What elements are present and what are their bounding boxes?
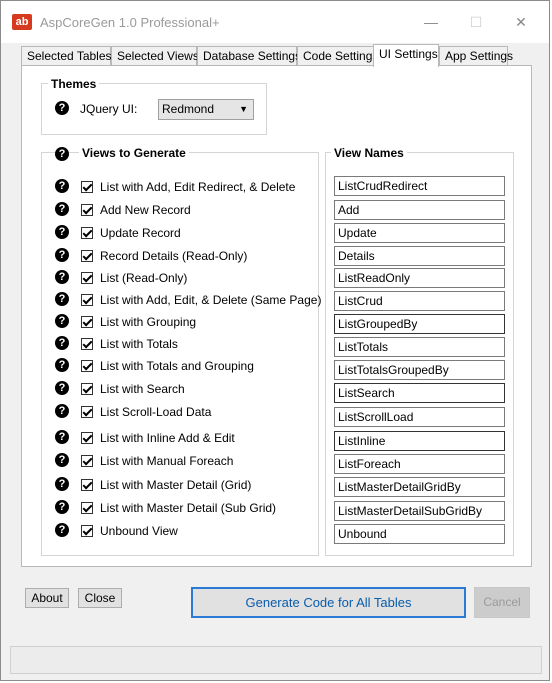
view-label: Unbound View [100, 524, 178, 538]
tab-app-settings[interactable]: App Settings [439, 46, 513, 65]
view-checkbox[interactable] [81, 432, 93, 444]
help-icon[interactable]: ? [55, 381, 69, 395]
help-icon[interactable]: ? [55, 453, 69, 467]
view-checkbox[interactable] [81, 479, 93, 491]
about-button[interactable]: About [25, 588, 69, 608]
view-checkbox[interactable] [81, 227, 93, 239]
view-name-input[interactable]: ListCrudRedirect [334, 176, 505, 196]
chevron-down-icon: ▼ [239, 104, 248, 114]
minimize-button[interactable]: — [416, 9, 446, 35]
view-label: Record Details (Read-Only) [100, 249, 248, 263]
view-label: List Scroll-Load Data [100, 405, 212, 419]
tab-selected-views[interactable]: Selected Views [111, 46, 199, 65]
help-icon[interactable]: ? [55, 500, 69, 514]
help-icon[interactable]: ? [55, 477, 69, 491]
view-label: List with Manual Foreach [100, 454, 234, 468]
jquery-ui-label: JQuery UI: [80, 102, 138, 116]
help-icon[interactable]: ? [55, 358, 69, 372]
view-names-title: View Names [331, 146, 407, 160]
view-label: List with Grouping [100, 315, 197, 329]
view-checkbox[interactable] [81, 502, 93, 514]
view-name-input[interactable]: Update [334, 223, 505, 243]
help-icon[interactable]: ? [55, 248, 69, 262]
cancel-button[interactable]: Cancel [474, 587, 530, 618]
help-icon[interactable]: ? [55, 404, 69, 418]
help-icon[interactable]: ? [55, 147, 69, 161]
views-title: Views to Generate [79, 146, 189, 160]
view-checkbox[interactable] [81, 272, 93, 284]
help-icon[interactable]: ? [55, 430, 69, 444]
tab-selected-tables[interactable]: Selected Tables [21, 46, 112, 65]
jquery-ui-theme-value: Redmond [162, 102, 215, 116]
close-window-button[interactable]: ✕ [506, 9, 536, 35]
help-icon[interactable]: ? [55, 292, 69, 306]
close-button[interactable]: Close [78, 588, 122, 608]
maximize-button[interactable]: ☐ [461, 9, 491, 35]
view-label: List with Add, Edit Redirect, & Delete [100, 180, 296, 194]
view-name-input[interactable]: ListForeach [334, 454, 505, 474]
app-window: ab AspCoreGen 1.0 Professional+ — ☐ ✕ Se… [0, 0, 550, 681]
view-checkbox[interactable] [81, 181, 93, 193]
view-name-input[interactable]: ListScrollLoad [334, 407, 505, 427]
view-checkbox[interactable] [81, 250, 93, 262]
help-icon[interactable]: ? [55, 336, 69, 350]
tab-database-settings[interactable]: Database Settings [197, 46, 301, 65]
tab-code-settings[interactable]: Code Settings [297, 46, 378, 65]
help-icon[interactable]: ? [55, 202, 69, 216]
view-label: List with Search [100, 382, 185, 396]
view-label: List with Add, Edit, & Delete (Same Page… [100, 293, 322, 307]
themes-title: Themes [48, 77, 100, 91]
view-checkbox[interactable] [81, 294, 93, 306]
view-label: List with Totals [100, 337, 178, 351]
view-name-input[interactable]: ListTotals [334, 337, 505, 357]
view-label: Update Record [100, 226, 181, 240]
view-name-input[interactable]: ListInline [334, 431, 505, 451]
window-title: AspCoreGen 1.0 Professional+ [40, 15, 220, 30]
view-checkbox[interactable] [81, 383, 93, 395]
generate-code-button[interactable]: Generate Code for All Tables [191, 587, 466, 618]
help-icon[interactable]: ? [55, 314, 69, 328]
view-checkbox[interactable] [81, 525, 93, 537]
help-icon[interactable]: ? [55, 523, 69, 537]
view-label: List with Inline Add & Edit [100, 431, 235, 445]
view-name-input[interactable]: Unbound [334, 524, 505, 544]
title-bar: ab AspCoreGen 1.0 Professional+ — ☐ ✕ [1, 1, 549, 43]
tab-ui-settings[interactable]: UI Settings [373, 44, 439, 67]
view-name-input[interactable]: ListMasterDetailSubGridBy [334, 501, 505, 521]
view-checkbox[interactable] [81, 338, 93, 350]
view-checkbox[interactable] [81, 455, 93, 467]
view-checkbox[interactable] [81, 360, 93, 372]
view-name-input[interactable]: ListTotalsGroupedBy [334, 360, 505, 380]
view-checkbox[interactable] [81, 204, 93, 216]
view-name-input[interactable]: ListReadOnly [334, 268, 505, 288]
view-name-input[interactable]: ListGroupedBy [334, 314, 505, 334]
view-checkbox[interactable] [81, 406, 93, 418]
jquery-ui-theme-select[interactable]: Redmond ▼ [158, 99, 254, 120]
view-label: Add New Record [100, 203, 191, 217]
help-icon[interactable]: ? [55, 270, 69, 284]
view-name-input[interactable]: ListMasterDetailGridBy [334, 477, 505, 497]
view-label: List with Master Detail (Sub Grid) [100, 501, 277, 515]
view-label: List (Read-Only) [100, 271, 188, 285]
view-label: List with Totals and Grouping [100, 359, 254, 373]
view-name-input[interactable]: Details [334, 246, 505, 266]
view-checkbox[interactable] [81, 316, 93, 328]
help-icon[interactable]: ? [55, 179, 69, 193]
app-logo-icon: ab [12, 14, 32, 30]
view-name-input[interactable]: ListCrud [334, 291, 505, 311]
view-label: List with Master Detail (Grid) [100, 478, 252, 492]
help-icon[interactable]: ? [55, 101, 69, 115]
help-icon[interactable]: ? [55, 225, 69, 239]
status-bar [10, 646, 542, 674]
view-name-input[interactable]: ListSearch [334, 383, 505, 403]
view-name-input[interactable]: Add [334, 200, 505, 220]
